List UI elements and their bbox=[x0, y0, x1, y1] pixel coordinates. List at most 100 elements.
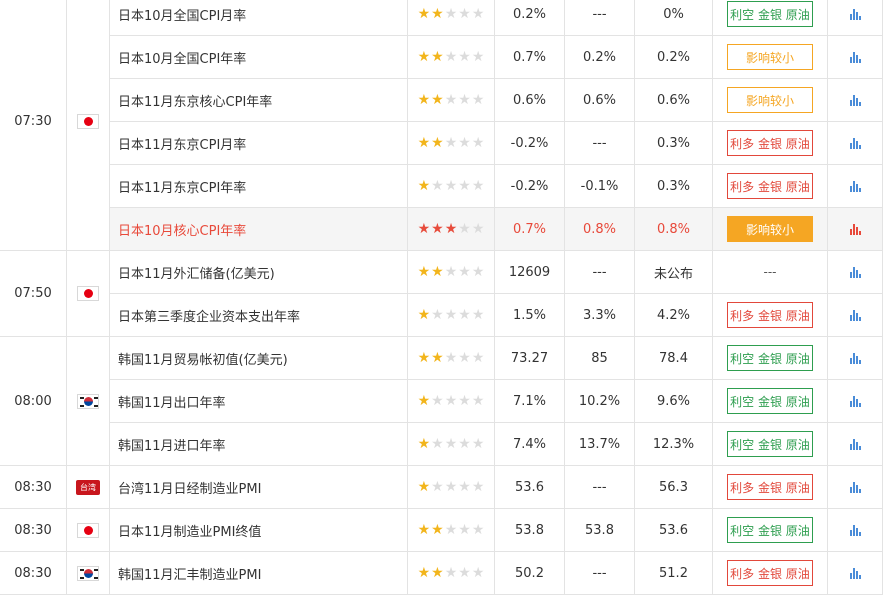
chart-cell bbox=[828, 79, 883, 122]
country-cell: 台湾 bbox=[67, 466, 110, 509]
actual-value: 0.2% bbox=[656, 49, 691, 65]
forecast-value: 0.2% bbox=[582, 49, 617, 65]
importance-stars: ★ ★ ★ ★ ★ bbox=[418, 351, 485, 365]
importance-stars: ★ ★ ★ ★ ★ bbox=[418, 265, 485, 279]
effect-badge: 利多 金银 原油 bbox=[727, 302, 813, 328]
chart-cell bbox=[828, 251, 883, 294]
event-name[interactable]: 日本11月东京核心CPI年率 bbox=[118, 91, 272, 110]
forecast-value-cell: 10.2% bbox=[565, 380, 635, 423]
bar-chart-icon[interactable] bbox=[849, 481, 861, 493]
event-name[interactable]: 韩国11月汇丰制造业PMI bbox=[118, 564, 261, 583]
star-empty-icon: ★ bbox=[444, 307, 458, 323]
bar-chart-icon[interactable] bbox=[849, 223, 861, 235]
effect-badge: 利空 金银 原油 bbox=[727, 1, 813, 27]
bar-chart-icon[interactable] bbox=[849, 438, 861, 450]
importance-stars: ★ ★ ★ ★ ★ bbox=[418, 437, 485, 451]
star-empty-icon: ★ bbox=[471, 49, 485, 65]
forecast-value: 0.8% bbox=[582, 221, 617, 237]
chart-cell bbox=[828, 337, 883, 380]
importance-cell: ★ ★ ★ ★ ★ bbox=[408, 165, 495, 208]
event-name[interactable]: 日本10月全国CPI年率 bbox=[118, 48, 246, 67]
actual-value-cell: 56.3 bbox=[635, 466, 713, 509]
forecast-value: 10.2% bbox=[578, 393, 621, 409]
actual-value: 53.6 bbox=[659, 522, 688, 538]
effect-badge: 利空 金银 原油 bbox=[727, 431, 813, 457]
event-name[interactable]: 韩国11月进口年率 bbox=[118, 435, 226, 454]
event-name[interactable]: 日本11月东京CPI月率 bbox=[118, 134, 246, 153]
importance-cell: ★ ★ ★ ★ ★ bbox=[408, 251, 495, 294]
star-empty-icon: ★ bbox=[471, 178, 485, 194]
chart-cell bbox=[828, 552, 883, 595]
event-name[interactable]: 日本第三季度企业资本支出年率 bbox=[118, 306, 300, 325]
previous-value: 0.6% bbox=[512, 92, 547, 108]
effect-badge: --- bbox=[763, 265, 777, 279]
star-filled-icon: ★ bbox=[417, 49, 431, 65]
chart-cell bbox=[828, 294, 883, 337]
actual-value-cell: 0% bbox=[635, 0, 713, 36]
importance-cell: ★ ★ ★ ★ ★ bbox=[408, 0, 495, 36]
bar-chart-icon[interactable] bbox=[849, 567, 861, 579]
previous-value: 12609 bbox=[508, 264, 551, 280]
star-empty-icon: ★ bbox=[444, 350, 458, 366]
effect-cell: 利空 金银 原油 bbox=[713, 509, 828, 552]
event-name[interactable]: 韩国11月贸易帐初值(亿美元) bbox=[118, 349, 288, 368]
star-filled-icon: ★ bbox=[431, 350, 444, 366]
importance-stars: ★ ★ ★ ★ ★ bbox=[418, 136, 485, 150]
star-filled-icon: ★ bbox=[444, 221, 458, 237]
event-name[interactable]: 日本11月制造业PMI终值 bbox=[118, 521, 261, 540]
actual-value-cell: 0.3% bbox=[635, 122, 713, 165]
actual-value: 9.6% bbox=[656, 393, 691, 409]
bar-chart-icon[interactable] bbox=[849, 94, 861, 106]
star-filled-icon: ★ bbox=[417, 350, 431, 366]
event-name[interactable]: 韩国11月出口年率 bbox=[118, 392, 226, 411]
effect-cell: 利空 金银 原油 bbox=[713, 337, 828, 380]
importance-cell: ★ ★ ★ ★ ★ bbox=[408, 552, 495, 595]
importance-cell: ★ ★ ★ ★ ★ bbox=[408, 509, 495, 552]
bar-chart-icon[interactable] bbox=[849, 51, 861, 63]
importance-cell: ★ ★ ★ ★ ★ bbox=[408, 294, 495, 337]
star-filled-icon: ★ bbox=[417, 178, 431, 194]
chart-cell bbox=[828, 0, 883, 36]
event-name[interactable]: 日本10月全国CPI月率 bbox=[118, 5, 246, 24]
event-name[interactable]: 日本11月东京CPI年率 bbox=[118, 177, 246, 196]
chart-cell bbox=[828, 122, 883, 165]
event-name[interactable]: 日本11月外汇储备(亿美元) bbox=[118, 263, 275, 282]
star-filled-icon: ★ bbox=[431, 522, 444, 538]
forecast-value-cell: -0.1% bbox=[565, 165, 635, 208]
event-name[interactable]: 台湾11月日经制造业PMI bbox=[118, 478, 261, 497]
star-empty-icon: ★ bbox=[458, 264, 471, 280]
bar-chart-icon[interactable] bbox=[849, 180, 861, 192]
importance-stars: ★ ★ ★ ★ ★ bbox=[418, 480, 485, 494]
previous-value: 0.7% bbox=[512, 49, 547, 65]
previous-value: 50.2 bbox=[515, 565, 544, 581]
time-cell: 08:00 bbox=[0, 337, 67, 466]
effect-badge: 利多 金银 原油 bbox=[727, 130, 813, 156]
bar-chart-icon[interactable] bbox=[849, 395, 861, 407]
star-empty-icon: ★ bbox=[471, 565, 485, 581]
star-empty-icon: ★ bbox=[471, 436, 485, 452]
actual-value: 0.3% bbox=[656, 135, 691, 151]
forecast-value-cell: --- bbox=[565, 466, 635, 509]
forecast-value: --- bbox=[592, 565, 607, 581]
actual-value-cell: 0.3% bbox=[635, 165, 713, 208]
bar-chart-icon[interactable] bbox=[849, 352, 861, 364]
chart-cell bbox=[828, 165, 883, 208]
event-name[interactable]: 日本10月核心CPI年率 bbox=[118, 220, 246, 239]
star-filled-icon: ★ bbox=[417, 264, 431, 280]
effect-cell: 利多 金银 原油 bbox=[713, 294, 828, 337]
importance-cell: ★ ★ ★ ★ ★ bbox=[408, 466, 495, 509]
effect-cell: 利多 金银 原油 bbox=[713, 552, 828, 595]
actual-value-cell: 0.8% bbox=[635, 208, 713, 251]
country-cell bbox=[67, 0, 110, 251]
star-empty-icon: ★ bbox=[458, 135, 471, 151]
previous-value-cell: 0.7% bbox=[495, 208, 565, 251]
actual-value-cell: 未公布 bbox=[635, 251, 713, 294]
previous-value-cell: 0.6% bbox=[495, 79, 565, 122]
bar-chart-icon[interactable] bbox=[849, 309, 861, 321]
bar-chart-icon[interactable] bbox=[849, 524, 861, 536]
bar-chart-icon[interactable] bbox=[849, 8, 861, 20]
bar-chart-icon[interactable] bbox=[849, 266, 861, 278]
time-cell: 08:30 bbox=[0, 552, 67, 595]
bar-chart-icon[interactable] bbox=[849, 137, 861, 149]
star-empty-icon: ★ bbox=[458, 49, 471, 65]
